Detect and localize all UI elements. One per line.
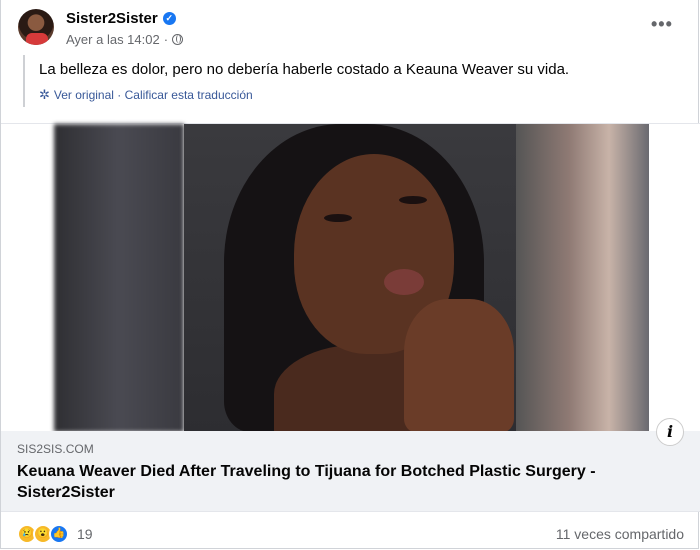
- post-card: Sister2Sister ✓ Ayer a las 14:02 · ••• L…: [0, 0, 700, 549]
- post-timestamp[interactable]: Ayer a las 14:02: [66, 32, 160, 47]
- post-footer: 😢 😮 👍 19 11 veces compartido: [1, 512, 700, 549]
- translation-links-text[interactable]: Ver original · Calificar esta traducción: [54, 88, 253, 102]
- translated-text-block: La belleza es dolor, pero no debería hab…: [23, 55, 680, 107]
- page-avatar[interactable]: [18, 9, 54, 45]
- link-headline[interactable]: Keuana Weaver Died After Traveling to Ti…: [17, 461, 657, 503]
- image-blur-left: [54, 124, 184, 432]
- reactions-summary[interactable]: 😢 😮 👍 19: [17, 524, 93, 544]
- link-preview[interactable]: SIS2SIS.COM Keuana Weaver Died After Tra…: [1, 431, 700, 512]
- gear-icon: ✲: [39, 87, 50, 102]
- info-icon[interactable]: i: [656, 418, 684, 446]
- post-text: La belleza es dolor, pero no debería hab…: [39, 61, 570, 78]
- translation-links: ✲ Ver original · Calificar esta traducci…: [39, 87, 253, 103]
- verified-badge-icon: ✓: [162, 12, 176, 25]
- page-name-header: Sister2Sister ✓: [66, 10, 176, 27]
- image-blur-right: [516, 124, 649, 432]
- portrait-photo[interactable]: [184, 124, 516, 432]
- post-meta: Ayer a las 14:02 ·: [66, 32, 184, 47]
- globe-icon[interactable]: [172, 34, 184, 45]
- post-image[interactable]: [1, 123, 700, 432]
- meta-separator: ·: [163, 32, 169, 47]
- share-count[interactable]: 11 veces compartido: [556, 526, 684, 542]
- more-options-icon[interactable]: •••: [651, 14, 673, 35]
- page-name[interactable]: Sister2Sister: [66, 10, 158, 27]
- reaction-count[interactable]: 19: [77, 526, 93, 542]
- like-reaction-icon: 👍: [49, 524, 69, 544]
- link-domain: SIS2SIS.COM: [17, 442, 94, 456]
